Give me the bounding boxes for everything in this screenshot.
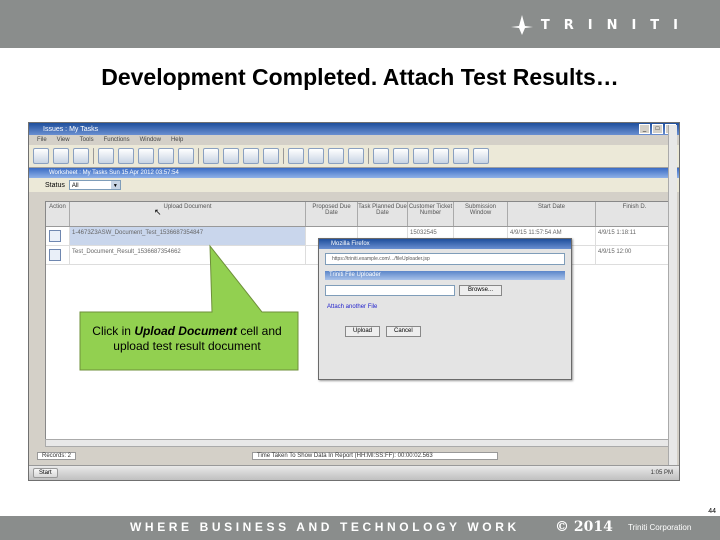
toolbar-link-icon[interactable]	[433, 148, 449, 164]
popup-title: Mozilla Firefox	[319, 239, 571, 249]
toolbar-find-icon[interactable]	[118, 148, 134, 164]
vertical-scrollbar[interactable]	[668, 125, 677, 479]
toolbar-report-icon[interactable]	[328, 148, 344, 164]
footer-corporation: Triniti Corporation	[628, 523, 692, 532]
menu-bar: File View Tools Functions Window Help	[29, 135, 679, 145]
toolbar-sort-icon[interactable]	[243, 148, 259, 164]
attach-another-link[interactable]: Attach another File	[327, 304, 563, 310]
minimize-icon[interactable]: _	[639, 124, 650, 134]
mouse-cursor-icon: ↖	[154, 207, 162, 217]
menu-item-tools[interactable]: Tools	[80, 137, 94, 143]
toolbar-open-icon[interactable]	[53, 148, 69, 164]
col-header-proposed-due-date[interactable]: Proposed Due Date	[306, 202, 358, 226]
status-filter-row: Status All ▼	[29, 178, 679, 192]
col-header-task-planned-due-date[interactable]: Task Planned Due Date	[358, 202, 408, 226]
toolbar-mail-icon[interactable]	[288, 148, 304, 164]
toolbar-filter-icon[interactable]	[223, 148, 239, 164]
start-button[interactable]: Start	[33, 468, 58, 478]
cancel-button[interactable]: Cancel	[386, 326, 421, 337]
grid-footer: Records: 2 Time Taken To Show Data In Re…	[37, 450, 667, 462]
menu-item-file[interactable]: File	[37, 137, 47, 143]
upload-document-cell[interactable]: Test_Document_Result_1536687354662	[70, 246, 306, 264]
col-header-submission-window[interactable]: Submission Window	[454, 202, 508, 226]
toolbar-separator	[93, 148, 94, 164]
status-label: Status	[45, 181, 65, 189]
col-header-customer-ticket-number[interactable]: Customer Ticket Number	[408, 202, 454, 226]
callout-text: Click in Upload Document cell and upload…	[82, 324, 292, 354]
footer-tagline: WHERE BUSINESS AND TECHNOLOGY WORK	[130, 520, 520, 534]
horizontal-scrollbar[interactable]	[45, 439, 675, 447]
col-header-finish-date[interactable]: Finish D.	[596, 202, 674, 226]
browse-button[interactable]: Browse...	[459, 285, 503, 296]
menu-item-help[interactable]: Help	[171, 137, 183, 143]
toolbar-separator	[368, 148, 369, 164]
toolbar-save-icon[interactable]	[178, 148, 194, 164]
chevron-down-icon[interactable]: ▼	[110, 181, 120, 189]
toolbar-separator	[198, 148, 199, 164]
popup-actions: Upload Cancel	[345, 326, 571, 337]
col-header-action[interactable]: Action	[46, 202, 70, 226]
toolbar-refresh-icon[interactable]	[348, 148, 364, 164]
menu-item-view[interactable]: View	[57, 137, 70, 143]
toolbar-new-icon[interactable]	[33, 148, 49, 164]
window-title: Issues : My Tasks	[43, 125, 99, 133]
triniti-logo-icon	[510, 15, 533, 35]
row-edit-icon[interactable]	[49, 230, 61, 242]
col-header-start-date[interactable]: Start Date	[508, 202, 596, 226]
toolbar-columns-icon[interactable]	[203, 148, 219, 164]
file-select-row: Browse...	[325, 285, 565, 296]
toolbar-monitor-icon[interactable]	[413, 148, 429, 164]
popup-url-bar[interactable]: https://triniti.example.com/.../fileUplo…	[325, 253, 565, 265]
file-uploader-popup: Mozilla Firefox https://triniti.example.…	[318, 238, 572, 380]
brand-logo: TRINITI	[510, 15, 692, 35]
upload-document-cell[interactable]: 1-4673Z3ASW_Document_Test_1536687354847	[70, 227, 306, 245]
tray-clock: 1:05 PM	[650, 470, 673, 476]
toolbar-print-icon[interactable]	[158, 148, 174, 164]
windows-taskbar: Start 1:05 PM	[29, 465, 679, 480]
toolbar	[29, 145, 679, 168]
uploader-section-title: Triniti File Uploader	[325, 271, 565, 280]
app-titlebar: Issues : My Tasks _ □ ×	[29, 123, 679, 135]
toolbar-jump-icon[interactable]	[373, 148, 389, 164]
col-header-upload-document[interactable]: Upload Document	[70, 202, 306, 226]
footer-band: WHERE BUSINESS AND TECHNOLOGY WORK © 201…	[0, 516, 720, 540]
toolbar-separator	[283, 148, 284, 164]
header-band: TRINITI	[0, 0, 720, 48]
slide-number: 44	[708, 508, 716, 515]
callout-text-emphasis: Upload Document	[134, 324, 237, 338]
brand-name: TRINITI	[540, 17, 692, 33]
status-select-value: All	[71, 183, 79, 189]
file-path-input[interactable]	[325, 285, 455, 296]
query-time-readout: Time Taken To Show Data In Report (HH:MI…	[252, 452, 499, 460]
toolbar-help-icon[interactable]	[98, 148, 114, 164]
finish-date-cell[interactable]: 4/9/15 12:00	[596, 246, 674, 264]
status-select[interactable]: All ▼	[68, 180, 121, 190]
maximize-icon[interactable]: □	[652, 124, 663, 134]
toolbar-group-icon[interactable]	[263, 148, 279, 164]
footer-copyright: © 2014	[555, 519, 613, 535]
record-count: Records: 2	[37, 452, 77, 460]
menu-item-window[interactable]: Window	[140, 137, 161, 143]
toolbar-pin-icon[interactable]	[473, 148, 489, 164]
toolbar-export-icon[interactable]	[138, 148, 154, 164]
callout-text-prefix: Click in	[92, 324, 135, 338]
worksheet-strip: Worksheet : My Tasks Sun 15 Apr 2012 03:…	[29, 168, 679, 178]
slide-title: Development Completed. Attach Test Resul…	[101, 64, 619, 90]
upload-button[interactable]: Upload	[345, 326, 381, 337]
menu-item-functions[interactable]: Functions	[104, 137, 130, 143]
finish-date-cell[interactable]: 4/9/15 1:18:11	[596, 227, 674, 245]
toolbar-edit-icon[interactable]	[73, 148, 89, 164]
row-edit-icon[interactable]	[49, 249, 61, 261]
toolbar-chart-icon[interactable]	[308, 148, 324, 164]
grid-header: Action Upload Document Proposed Due Date…	[46, 202, 676, 227]
toolbar-image-icon[interactable]	[393, 148, 409, 164]
toolbar-copy-icon[interactable]	[453, 148, 469, 164]
